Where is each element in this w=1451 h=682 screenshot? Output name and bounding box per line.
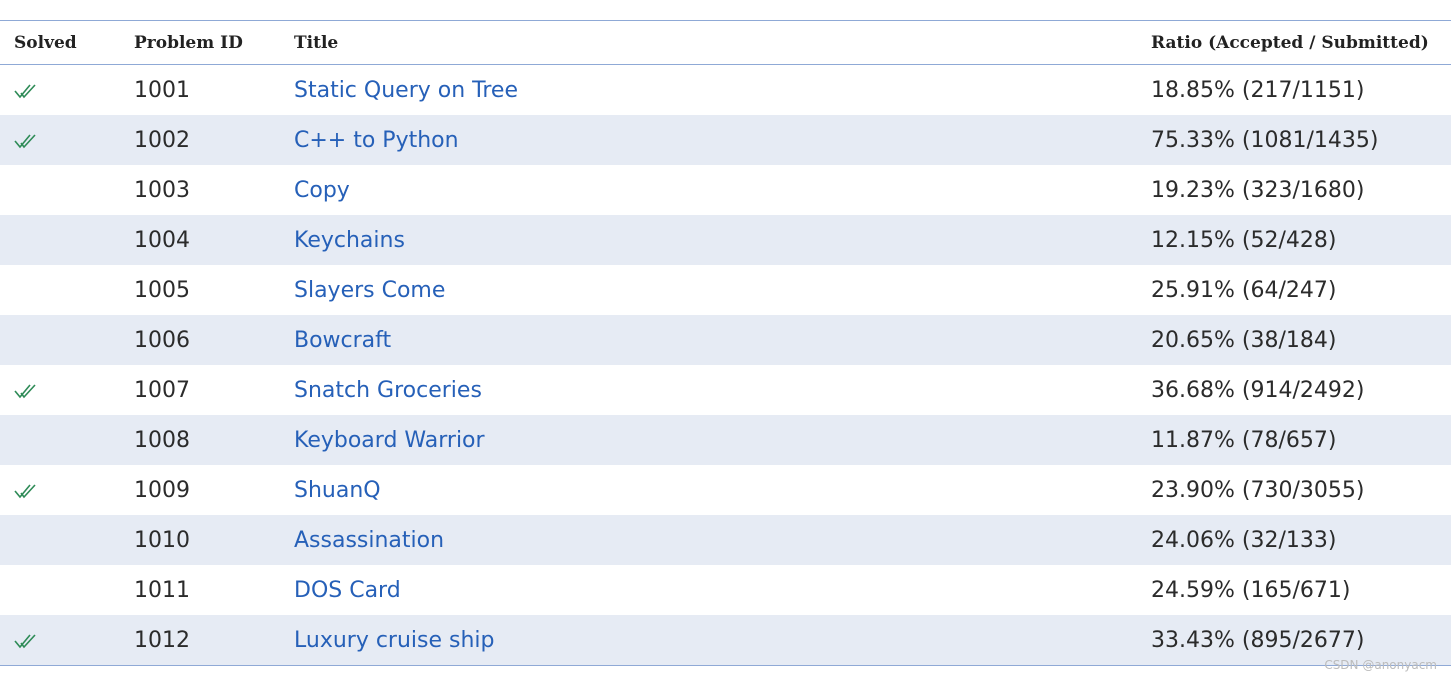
title-cell: Static Query on Tree bbox=[294, 78, 1151, 103]
problem-title-link[interactable]: Keyboard Warrior bbox=[294, 428, 485, 453]
header-problem-id[interactable]: Problem ID bbox=[134, 33, 294, 53]
title-cell: Copy bbox=[294, 178, 1151, 203]
title-cell: Keychains bbox=[294, 228, 1151, 253]
problem-id: 1005 bbox=[134, 277, 190, 303]
problem-title-link[interactable]: C++ to Python bbox=[294, 128, 459, 153]
ratio: 23.90% (730/3055) bbox=[1151, 477, 1365, 503]
title-cell: C++ to Python bbox=[294, 128, 1151, 153]
problem-id: 1012 bbox=[134, 627, 190, 653]
title-cell: Bowcraft bbox=[294, 328, 1151, 353]
table-row: 1006 Bowcraft 20.65% (38/184) bbox=[0, 315, 1451, 365]
solved-cell bbox=[0, 78, 134, 103]
solved-cell bbox=[0, 478, 134, 503]
table-row: 1005 Slayers Come 25.91% (64/247) bbox=[0, 265, 1451, 315]
ratio: 25.91% (64/247) bbox=[1151, 277, 1337, 303]
title-cell: Keyboard Warrior bbox=[294, 428, 1151, 453]
double-check-icon bbox=[14, 383, 36, 398]
ratio: 20.65% (38/184) bbox=[1151, 327, 1337, 353]
problem-title-link[interactable]: DOS Card bbox=[294, 578, 401, 603]
problem-id: 1008 bbox=[134, 427, 190, 453]
solved-cell bbox=[0, 378, 134, 403]
table-row: 1007 Snatch Groceries 36.68% (914/2492) bbox=[0, 365, 1451, 415]
solved-cell bbox=[0, 128, 134, 153]
table-row: 1009 ShuanQ 23.90% (730/3055) bbox=[0, 465, 1451, 515]
header-title[interactable]: Title bbox=[294, 33, 1151, 53]
title-cell: DOS Card bbox=[294, 578, 1151, 603]
problem-title-link[interactable]: Slayers Come bbox=[294, 278, 445, 303]
header-ratio[interactable]: Ratio (Accepted / Submitted) bbox=[1151, 33, 1451, 53]
double-check-icon bbox=[14, 483, 36, 498]
problem-id: 1007 bbox=[134, 377, 190, 403]
table-row: 1011 DOS Card 24.59% (165/671) bbox=[0, 565, 1451, 615]
problem-title-link[interactable]: Assassination bbox=[294, 528, 444, 553]
table-row: 1003 Copy 19.23% (323/1680) bbox=[0, 165, 1451, 215]
problem-title-link[interactable]: Static Query on Tree bbox=[294, 78, 518, 103]
table-header: Solved Problem ID Title Ratio (Accepted … bbox=[0, 21, 1451, 65]
ratio: 24.59% (165/671) bbox=[1151, 577, 1351, 603]
problem-title-link[interactable]: Bowcraft bbox=[294, 328, 391, 353]
title-cell: Slayers Come bbox=[294, 278, 1151, 303]
table-body: 1001 Static Query on Tree 18.85% (217/1151… bbox=[0, 65, 1451, 665]
problem-id: 1010 bbox=[134, 527, 190, 553]
problem-id: 1001 bbox=[134, 77, 190, 103]
ratio: 19.23% (323/1680) bbox=[1151, 177, 1365, 203]
ratio: 18.85% (217/1151) bbox=[1151, 77, 1365, 103]
ratio: 75.33% (1081/1435) bbox=[1151, 127, 1379, 153]
table-row: 1001 Static Query on Tree 18.85% (217/1151… bbox=[0, 65, 1451, 115]
title-cell: Snatch Groceries bbox=[294, 378, 1151, 403]
ratio: 12.15% (52/428) bbox=[1151, 227, 1337, 253]
problem-id: 1006 bbox=[134, 327, 190, 353]
ratio: 33.43% (895/2677) bbox=[1151, 627, 1365, 653]
table-row: 1012 Luxury cruise ship 33.43% (895/2677) bbox=[0, 615, 1451, 665]
header-solved[interactable]: Solved bbox=[0, 33, 134, 53]
problem-title-link[interactable]: Luxury cruise ship bbox=[294, 628, 495, 653]
solved-cell bbox=[0, 628, 134, 653]
watermark: CSDN @anonyacm bbox=[1324, 658, 1437, 672]
ratio: 24.06% (32/133) bbox=[1151, 527, 1337, 553]
title-cell: Assassination bbox=[294, 528, 1151, 553]
double-check-icon bbox=[14, 83, 36, 98]
ratio: 36.68% (914/2492) bbox=[1151, 377, 1365, 403]
double-check-icon bbox=[14, 133, 36, 148]
problem-title-link[interactable]: Copy bbox=[294, 178, 350, 203]
problem-table: Solved Problem ID Title Ratio (Accepted … bbox=[0, 20, 1451, 666]
problem-id: 1004 bbox=[134, 227, 190, 253]
problem-id: 1002 bbox=[134, 127, 190, 153]
table-row: 1008 Keyboard Warrior 11.87% (78/657) bbox=[0, 415, 1451, 465]
double-check-icon bbox=[14, 633, 36, 648]
problem-id: 1003 bbox=[134, 177, 190, 203]
problem-id: 1011 bbox=[134, 577, 190, 603]
problem-title-link[interactable]: Snatch Groceries bbox=[294, 378, 482, 403]
title-cell: Luxury cruise ship bbox=[294, 628, 1151, 653]
table-row: 1002 C++ to Python 75.33% (1081/1435) bbox=[0, 115, 1451, 165]
problem-title-link[interactable]: Keychains bbox=[294, 228, 405, 253]
problem-id: 1009 bbox=[134, 477, 190, 503]
ratio: 11.87% (78/657) bbox=[1151, 427, 1337, 453]
table-row: 1004 Keychains 12.15% (52/428) bbox=[0, 215, 1451, 265]
table-row: 1010 Assassination 24.06% (32/133) bbox=[0, 515, 1451, 565]
title-cell: ShuanQ bbox=[294, 478, 1151, 503]
problem-title-link[interactable]: ShuanQ bbox=[294, 478, 381, 503]
